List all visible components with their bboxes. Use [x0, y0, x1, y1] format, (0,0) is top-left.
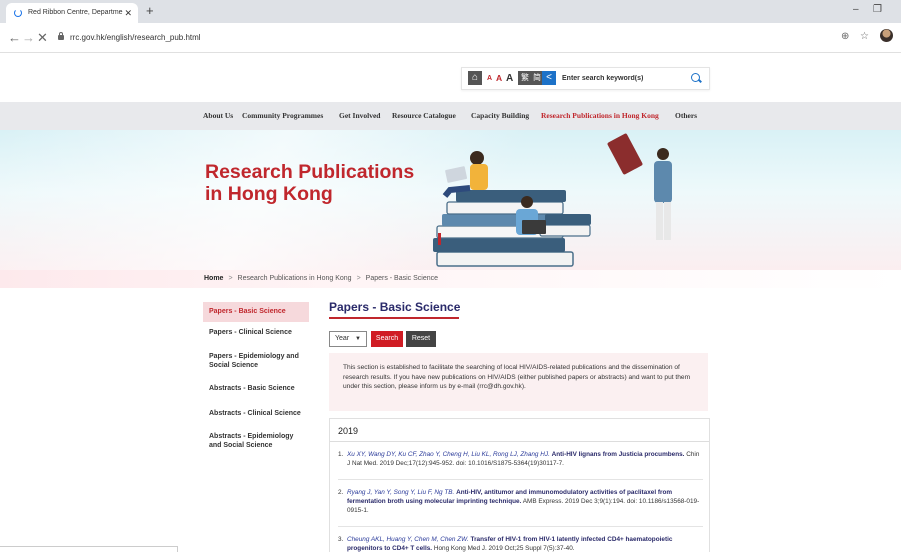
- list-item: 1. Xu XY, Wang DY, Ku CF, Zhao Y, Cheng …: [338, 451, 700, 467]
- font-medium-button[interactable]: A: [496, 68, 502, 89]
- search-button[interactable]: Search: [371, 331, 403, 347]
- minimize-icon[interactable]: –: [853, 4, 859, 15]
- nav-capacity-building[interactable]: Capacity Building: [471, 102, 529, 130]
- restore-icon[interactable]: ❐: [873, 4, 882, 15]
- new-tab-icon[interactable]: +: [146, 3, 154, 18]
- nav-research-publications[interactable]: Research Publications in Hong Kong: [541, 102, 659, 130]
- main-nav: About Us Community Programmes Get Involv…: [0, 102, 901, 130]
- browser-tab[interactable]: Red Ribbon Centre, Departme ✕: [6, 3, 138, 23]
- nav-others[interactable]: Others: [675, 102, 697, 130]
- address-bar: ← → ✕ rrc.gov.hk/english/research_pub.ht…: [0, 23, 901, 53]
- font-large-button[interactable]: A: [506, 68, 513, 89]
- intro-text: This section is established to facilitat…: [329, 353, 708, 411]
- sidebar-item-abstracts-clinical[interactable]: Abstracts - Clinical Science: [203, 404, 309, 428]
- breadcrumb: Home > Research Publications in Hong Kong >…: [204, 275, 439, 282]
- sidebar-item-papers-epidemiology[interactable]: Papers - Epidemiology and Social Science: [203, 346, 309, 379]
- tab-title: Red Ribbon Centre, Departme: [28, 9, 123, 16]
- profile-avatar[interactable]: [880, 29, 893, 42]
- share-icon[interactable]: <: [542, 71, 556, 85]
- url-field[interactable]: rrc.gov.hk/english/research_pub.html: [52, 28, 832, 48]
- stop-icon[interactable]: ✕: [37, 30, 48, 46]
- zoom-icon[interactable]: ⊕: [841, 31, 849, 42]
- year-select[interactable]: Year ▼: [329, 331, 367, 347]
- nav-about-us[interactable]: About Us: [203, 102, 233, 130]
- nav-get-involved[interactable]: Get Involved: [339, 102, 380, 130]
- chevron-down-icon: ▼: [355, 336, 361, 342]
- home-icon[interactable]: ⌂: [468, 71, 482, 85]
- year-heading: 2019: [338, 426, 359, 436]
- url-text: rrc.gov.hk/english/research_pub.html: [70, 33, 201, 42]
- sidebar-item-papers-clinical[interactable]: Papers - Clinical Science: [203, 322, 309, 346]
- font-small-button[interactable]: A: [487, 68, 492, 89]
- status-bar: [0, 546, 178, 552]
- sidebar-item-abstracts-epidemiology[interactable]: Abstracts - Epidemiology and Social Scie…: [203, 428, 309, 456]
- loading-icon: [14, 9, 22, 17]
- banner-illustration: [433, 133, 672, 267]
- page-title: Papers - Basic Science: [329, 300, 461, 314]
- sidebar-item-papers-basic[interactable]: Papers - Basic Science: [203, 302, 309, 322]
- list-item: 2. Ryang J, Yan Y, Song Y, Liu F, Ng TB.…: [338, 489, 700, 514]
- search-icon[interactable]: [688, 70, 704, 87]
- reset-button[interactable]: Reset: [406, 331, 436, 347]
- lock-icon: [58, 32, 64, 40]
- breadcrumb-level1[interactable]: Research Publications in Hong Kong: [238, 275, 352, 282]
- back-icon[interactable]: ←: [8, 30, 21, 45]
- forward-icon[interactable]: →: [22, 30, 35, 45]
- list-item: 3. Cheung AKL, Huang Y, Chen M, Chen ZW.…: [338, 536, 673, 552]
- publication-list: 2019 1. Xu XY, Wang DY, Ku CF, Zhao Y, C…: [329, 418, 710, 552]
- sidebar-item-abstracts-basic[interactable]: Abstracts - Basic Science: [203, 379, 309, 404]
- close-tab-icon[interactable]: ✕: [124, 3, 132, 23]
- accessibility-toolbar: ⌂ A A A 繁 简 <: [461, 67, 710, 90]
- sidebar: Papers - Basic Science Papers - Clinical…: [203, 302, 309, 456]
- site-search-input[interactable]: [562, 70, 687, 87]
- breadcrumb-current: Papers - Basic Science: [365, 275, 439, 282]
- breadcrumb-home[interactable]: Home: [204, 275, 223, 282]
- bookmark-star-icon[interactable]: ☆: [860, 31, 869, 42]
- page-banner: Research Publications in Hong Kong: [0, 130, 901, 270]
- browser-tab-bar: Red Ribbon Centre, Departme ✕ + – ❐: [0, 0, 901, 23]
- nav-resource-catalogue[interactable]: Resource Catalogue: [392, 102, 456, 130]
- nav-community-programmes[interactable]: Community Programmes: [242, 102, 323, 130]
